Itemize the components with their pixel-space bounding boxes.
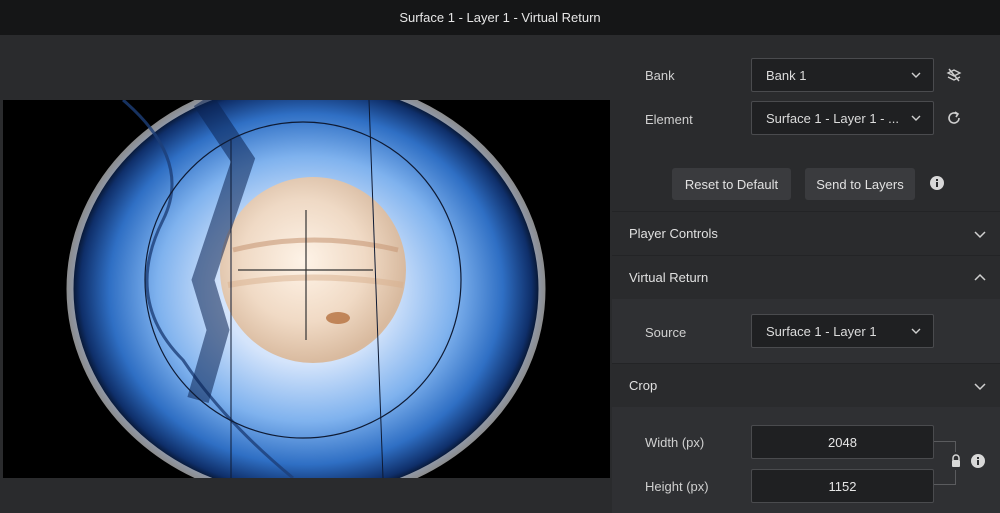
section-virtual-return-title: Virtual Return (629, 270, 709, 285)
chevron-down-icon (974, 231, 986, 239)
chevron-down-icon (911, 115, 921, 121)
info-icon[interactable] (928, 174, 946, 192)
element-label: Element (645, 112, 693, 127)
window-title: Surface 1 - Layer 1 - Virtual Return (399, 10, 601, 25)
element-select-value: Surface 1 - Layer 1 - ... (766, 110, 899, 126)
preview-pane (0, 35, 611, 513)
height-label: Height (px) (645, 479, 709, 494)
send-to-layers-button[interactable]: Send to Layers (805, 168, 915, 200)
section-player-controls-title: Player Controls (629, 226, 718, 241)
source-select[interactable]: Surface 1 - Layer 1 (751, 314, 934, 348)
bank-label: Bank (645, 68, 675, 83)
window-title-bar: Surface 1 - Layer 1 - Virtual Return (0, 0, 1000, 35)
element-select[interactable]: Surface 1 - Layer 1 - ... (751, 101, 934, 135)
layers-off-icon[interactable] (945, 66, 963, 84)
bank-select[interactable]: Bank 1 (751, 58, 934, 92)
chevron-down-icon (911, 72, 921, 78)
source-label: Source (645, 325, 687, 340)
width-label: Width (px) (645, 435, 705, 450)
source-select-value: Surface 1 - Layer 1 (766, 323, 877, 339)
width-input[interactable]: 2048 (751, 425, 934, 459)
lock-icon[interactable] (947, 452, 965, 470)
section-player-controls[interactable]: Player Controls (612, 211, 1000, 255)
reset-to-default-button[interactable]: Reset to Default (672, 168, 791, 200)
section-crop-title: Crop (629, 378, 658, 393)
section-crop[interactable]: Crop (612, 363, 1000, 407)
preview-image (3, 100, 610, 478)
height-input[interactable]: 1152 (751, 469, 934, 503)
chevron-up-icon (974, 273, 986, 281)
refresh-icon[interactable] (945, 109, 963, 127)
section-virtual-return[interactable]: Virtual Return (612, 255, 1000, 299)
info-icon[interactable] (969, 452, 987, 470)
chevron-down-icon (911, 328, 921, 334)
bank-select-value: Bank 1 (766, 67, 807, 83)
chevron-down-icon (974, 383, 986, 391)
